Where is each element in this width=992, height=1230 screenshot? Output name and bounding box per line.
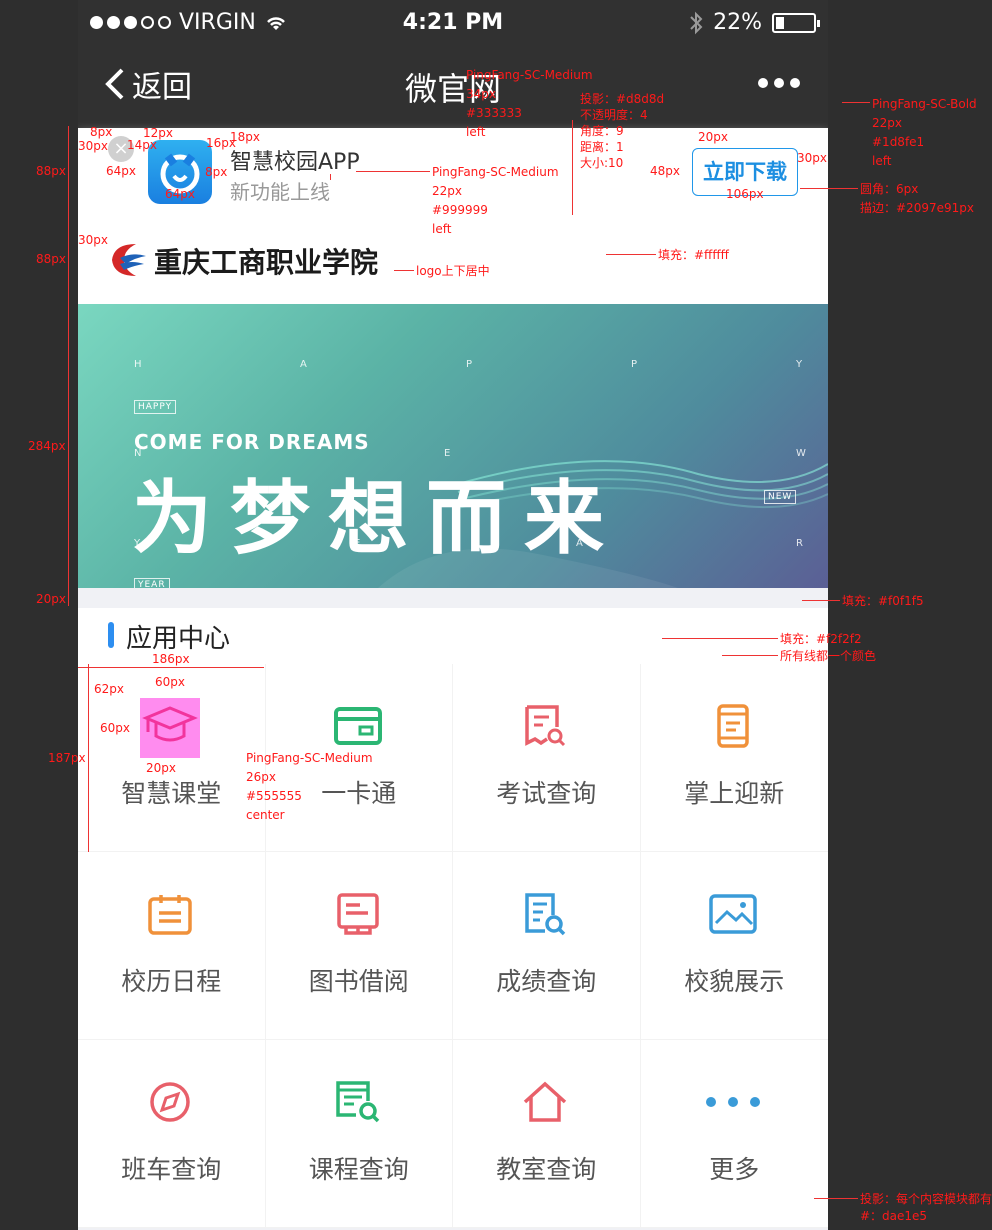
app-grid: 智慧课堂 一卡通 考试查询 掌上迎新 校历日程 图书借阅 成绩查询 校貌展示 班… <box>78 664 828 1228</box>
calendar-icon <box>140 884 200 944</box>
more-menu-icon[interactable] <box>758 78 800 88</box>
dimension-label: 284px <box>28 439 66 453</box>
section-accent-bar <box>108 622 114 648</box>
dimension-label: 88px <box>36 164 66 178</box>
exam-search-icon <box>515 696 575 756</box>
app-tile-course[interactable]: 课程查询 <box>265 1040 453 1228</box>
dimension-label: 20px <box>36 592 66 606</box>
app-tile-classroom[interactable]: 教室查询 <box>453 1040 641 1228</box>
app-tile-card[interactable]: 一卡通 <box>265 664 453 852</box>
app-tile-label: 教室查询 <box>496 1155 597 1184</box>
app-tile-shuttle[interactable]: 班车查询 <box>78 1040 266 1228</box>
annotation: 投影：每个内容模块都有 <box>860 1192 992 1206</box>
app-tile-smart-class[interactable]: 智慧课堂 <box>78 664 266 852</box>
hero-letter: P <box>466 359 473 370</box>
app-tile-label: 掌上迎新 <box>684 779 785 808</box>
school-name: 重庆工商职业学院 <box>154 246 378 279</box>
hero-letter: R <box>796 538 803 549</box>
hero-tag: YEAR <box>134 578 170 588</box>
hero-letter: H <box>134 359 142 370</box>
annotation: #1d8fe1 <box>872 135 925 149</box>
hero-banner[interactable]: H A P P Y N E W Y E A R HAPPY NEW YEAR C… <box>78 304 828 588</box>
app-tile-gallery[interactable]: 校貌展示 <box>640 852 828 1040</box>
image-icon <box>703 884 763 944</box>
hero-tag: HAPPY <box>134 400 177 414</box>
phone-icon <box>703 696 763 756</box>
annotation: 描边：#2097e91px <box>860 201 974 215</box>
status-bar: VIRGIN 4:21 PM 22% <box>78 0 828 48</box>
download-button[interactable]: 立即下载 <box>692 148 798 196</box>
more-dots-icon <box>703 1072 763 1132</box>
hero-english: COME FOR DREAMS <box>134 430 370 454</box>
app-tile-scores[interactable]: 成绩查询 <box>453 852 641 1040</box>
score-search-icon <box>515 884 575 944</box>
app-tile-label: 课程查询 <box>308 1155 409 1184</box>
app-tile-label: 更多 <box>709 1155 760 1184</box>
app-tile-more[interactable]: 更多 <box>640 1040 828 1228</box>
hero-letter: A <box>300 359 307 370</box>
annotation: 填充：#f0f1f5 <box>842 594 924 608</box>
battery-icon <box>772 12 820 33</box>
app-tile-label: 考试查询 <box>496 779 597 808</box>
app-tile-exam[interactable]: 考试查询 <box>453 664 641 852</box>
hero-letter: Y <box>796 359 803 370</box>
app-tile-label: 校貌展示 <box>684 967 785 996</box>
battery-percent: 22% <box>713 10 762 35</box>
annotation: 22px <box>872 116 902 130</box>
annotation: #：dae1e5 <box>860 1209 928 1223</box>
nav-bar: 返回 微官网 <box>78 48 828 128</box>
dimension-label: 88px <box>36 252 66 266</box>
hero-headline: 为梦想而来 <box>132 472 622 565</box>
schedule-search-icon <box>328 1072 388 1132</box>
app-tile-calendar[interactable]: 校历日程 <box>78 852 266 1040</box>
graduation-cap-icon <box>140 696 200 756</box>
hero-letter: W <box>796 448 806 459</box>
app-logo-icon <box>148 140 212 204</box>
hero-tag: NEW <box>764 490 797 504</box>
card-icon <box>328 696 388 756</box>
app-tile-label: 成绩查询 <box>496 967 597 996</box>
app-tile-label: 班车查询 <box>121 1155 222 1184</box>
phone-screen: VIRGIN 4:21 PM 22% 返回 微官网 × 智慧校园APP 新功能上… <box>78 0 828 1230</box>
compass-icon <box>140 1072 200 1132</box>
home-icon <box>515 1072 575 1132</box>
hero-letter: P <box>631 359 638 370</box>
app-tile-label: 图书借阅 <box>308 967 409 996</box>
app-tile-label: 校历日程 <box>121 967 222 996</box>
app-tile-label: 智慧课堂 <box>121 779 222 808</box>
school-logo: 重庆工商职业学院 <box>112 244 378 279</box>
close-icon[interactable]: × <box>108 136 134 162</box>
annotation: left <box>872 154 892 168</box>
app-subtitle: 新功能上线 <box>230 180 330 204</box>
section-title: 应用中心 <box>126 624 231 654</box>
app-name: 智慧校园APP <box>230 150 360 175</box>
school-header: 重庆工商职业学院 <box>78 216 828 304</box>
bluetooth-icon <box>690 11 703 34</box>
book-icon <box>328 884 388 944</box>
app-tile-library[interactable]: 图书借阅 <box>265 852 453 1040</box>
app-tile-welcome[interactable]: 掌上迎新 <box>640 664 828 852</box>
page-title: 微官网 <box>404 70 501 108</box>
app-download-banner: × 智慧校园APP 新功能上线 立即下载 <box>78 128 828 216</box>
annotation: 圆角：6px <box>860 182 919 196</box>
app-center-header: 应用中心 <box>78 608 828 664</box>
annotation: PingFang-SC-Bold <box>872 97 977 111</box>
app-tile-label: 一卡通 <box>321 779 397 808</box>
